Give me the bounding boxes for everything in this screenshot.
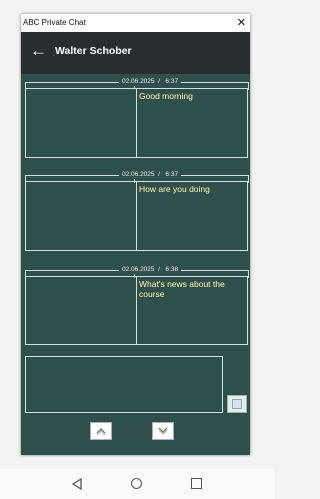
chat-window: ABC Private Chat ✕ ← Walter Schober 02.0… [21, 14, 250, 455]
message-timestamp: 02.06.2025 / 6:38 [119, 266, 182, 274]
message-timestamp: 02.06.2025 / 6:37 [119, 78, 182, 86]
message-time: 6:37 [165, 171, 179, 178]
message-text: Good morning [139, 91, 193, 101]
message-bubble: What's news about the course [136, 276, 248, 345]
message-bubble: How are you doing [136, 181, 248, 251]
message-time: 6:37 [165, 78, 179, 85]
recents-square-icon[interactable] [191, 478, 202, 489]
timestamp-separator: / [158, 171, 160, 178]
message-time: 6:38 [165, 266, 179, 273]
message-left-panel [25, 276, 137, 345]
message-date: 02.06.2025 [122, 266, 155, 273]
message-input[interactable] [25, 356, 223, 413]
chevron-up-icon [96, 428, 106, 435]
arrow-left-icon[interactable]: ← [30, 41, 47, 61]
message-left-panel [25, 181, 137, 251]
timestamp-separator: / [158, 78, 160, 85]
scroll-down-button[interactable] [152, 422, 174, 440]
timestamp-separator: / [158, 266, 160, 273]
chevron-down-icon [158, 427, 168, 435]
chat-header: ← Walter Schober [21, 32, 250, 74]
system-navigation-bar [0, 469, 275, 499]
contact-name: Walter Schober [55, 45, 132, 57]
message-date: 02.06.2025 [122, 171, 155, 178]
back-triangle-icon[interactable] [72, 478, 82, 490]
send-button[interactable] [227, 395, 247, 413]
message-text: How are you doing [139, 184, 210, 194]
window-title: ABC Private Chat [23, 18, 86, 27]
send-icon [232, 399, 242, 409]
message-left-panel [25, 88, 137, 158]
scroll-up-button[interactable] [90, 422, 112, 440]
message-text: What's news about the course [139, 279, 225, 299]
home-circle-icon[interactable] [131, 478, 142, 489]
message-bubble: Good morning [136, 88, 248, 158]
message-date: 02.06.2025 [122, 78, 155, 85]
window-titlebar: ABC Private Chat ✕ [21, 14, 250, 32]
close-icon[interactable]: ✕ [237, 14, 246, 32]
message-timestamp: 02.06.2025 / 6:37 [119, 171, 182, 179]
